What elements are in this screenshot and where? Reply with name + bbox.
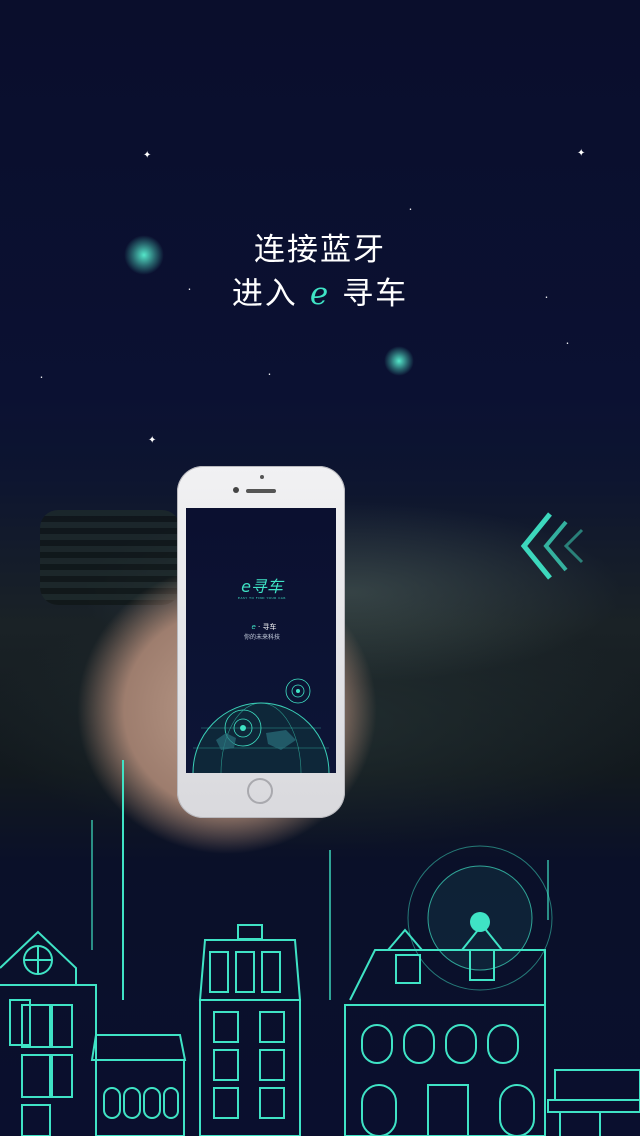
star-icon: ✦ xyxy=(143,150,152,161)
headline-suffix: 寻车 xyxy=(342,276,409,312)
app-logo-tagline: EASY TO FIND YOUR CAR xyxy=(238,596,286,600)
star-icon: ✦ xyxy=(577,148,586,159)
globe-radar-icon xyxy=(192,678,330,773)
star-icon: • xyxy=(40,375,43,381)
phone-speaker xyxy=(246,489,276,493)
phone-sensor xyxy=(260,475,264,479)
headline-line-1: 连接蓝牙 xyxy=(254,232,386,268)
headline: 连接蓝牙 进入 e 寻车 xyxy=(0,228,640,316)
headline-brand-e: e xyxy=(309,276,331,312)
star-icon: ✦ xyxy=(148,435,157,446)
phone-screen: e寻车 EASY TO FIND YOUR CAR e · 寻车 你的未来科技 xyxy=(186,508,336,773)
app-logo: e寻车 xyxy=(241,577,283,596)
star-icon: • xyxy=(409,207,412,213)
phone-camera xyxy=(233,487,239,493)
screen-brand-e: e xyxy=(251,623,256,631)
star-icon: • xyxy=(566,341,569,347)
headline-line-2: 进入 e 寻车 xyxy=(0,272,640,316)
swipe-left-chevrons-icon[interactable] xyxy=(520,512,590,580)
screen-brand-name: · 寻车 xyxy=(258,623,277,631)
screen-slogan: 你的未来科技 xyxy=(243,634,280,641)
star-icon: • xyxy=(268,372,271,378)
glow-dot xyxy=(384,346,414,376)
headline-prefix: 进入 xyxy=(231,276,298,312)
city-skyline-illustration xyxy=(0,760,640,1136)
screen-brand: e · 寻车 xyxy=(244,622,284,632)
